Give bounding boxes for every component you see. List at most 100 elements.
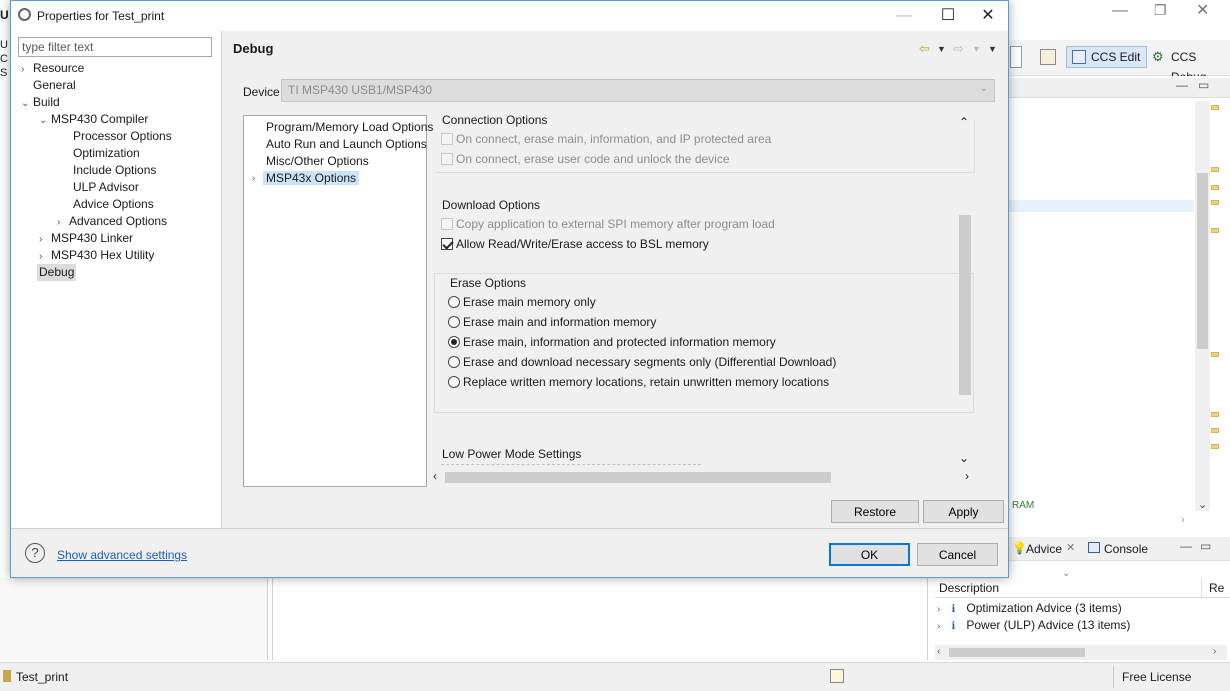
scrollbar-thumb[interactable] [445,472,831,483]
minimize-icon[interactable]: — [1176,78,1188,92]
perspective-ccs-debug-button[interactable]: ⚙ CCS Debug [1146,46,1230,85]
overview-marker[interactable] [1211,167,1219,172]
forward-dropdown-icon[interactable]: ▼ [972,44,981,54]
erase-on-connect-checkbox[interactable]: On connect, erase main, information, and… [441,130,771,148]
checkbox-box[interactable] [441,153,453,165]
task-icon[interactable] [830,669,844,683]
scroll-down-arrow-icon[interactable]: ⌄ [1198,498,1207,511]
advice-horizontal-scrollbar[interactable]: ‹ › [935,645,1227,660]
apply-button[interactable]: Apply [923,500,1004,523]
editor-scrollbar[interactable] [1195,101,1210,511]
overview-marker[interactable] [1211,444,1219,449]
scrollbar-thumb[interactable] [949,648,1085,657]
list-item[interactable]: Program/Memory Load Options [244,119,433,136]
options-horizontal-scrollbar[interactable]: ‹ › [433,469,973,485]
tree-item-include-options[interactable]: Include Options [73,162,156,179]
restore-defaults-button[interactable]: Restore Defaults [831,500,919,540]
ide-close-button[interactable]: ✕ [1196,0,1209,20]
checkbox-box[interactable] [441,238,453,250]
show-advanced-settings-link[interactable]: Show advanced settings [57,548,187,562]
scroll-down-arrow-icon[interactable]: ⌄ [959,451,969,465]
overview-marker[interactable] [1211,352,1219,357]
perspective-ccs-edit-button[interactable]: CCS Edit [1066,46,1148,68]
tree-item-ulp-advisor[interactable]: ULP Advisor [73,179,139,196]
tree-item-advice-options[interactable]: Advice Options [73,196,154,213]
cancel-button[interactable]: Cancel [917,543,998,566]
ide-restore-button[interactable]: ❐ [1154,2,1167,19]
tree-item-general[interactable]: General [21,77,76,94]
chevron-right-icon[interactable]: › [252,170,255,187]
column-divider[interactable] [1201,578,1202,598]
tree-item-optimization[interactable]: Optimization [73,145,140,162]
minimize-button[interactable]: — [882,1,926,31]
chevron-right-icon[interactable]: › [39,248,51,265]
scroll-right-arrow-icon[interactable]: › [1213,646,1216,657]
expand-arrow-icon[interactable]: › [937,604,940,615]
dialog-title: Properties for Test_print [37,9,165,23]
minimize-icon[interactable]: — [1180,539,1192,553]
open-perspective-icon[interactable] [1040,49,1056,65]
unlock-device-checkbox[interactable]: On connect, erase user code and unlock t… [441,150,730,168]
tree-item-build[interactable]: ⌄ Build [21,94,60,111]
checkbox-box[interactable] [441,218,453,230]
scrollbar-thumb[interactable] [959,215,971,395]
back-arrow-icon[interactable]: ⇦ [919,41,930,57]
options-vertical-scrollbar[interactable]: ⌃ ⌄ [957,115,973,467]
scroll-right-arrow-icon[interactable]: › [1181,514,1185,526]
tab-advice[interactable]: Advice [1026,542,1062,556]
close-button[interactable]: ✕ [966,1,1010,31]
tree-item-processor-options[interactable]: Processor Options [73,128,172,145]
tree-item-resource[interactable]: › Resource [21,60,84,77]
table-row[interactable]: › i Optimization Advice (3 items) [937,600,1122,617]
tree-item-advanced-options[interactable]: › Advanced Options [57,213,167,230]
scroll-right-arrow-icon[interactable]: › [965,469,969,483]
list-item[interactable]: Auto Run and Launch Options [244,136,427,153]
scrollbar-thumb[interactable] [1197,173,1208,349]
scroll-up-arrow-icon[interactable]: ⌃ [959,115,969,129]
list-item-selected[interactable]: › MSP43x Options [244,170,426,187]
maximize-icon[interactable]: ▭ [1200,539,1211,553]
tree-item-msp430-compiler[interactable]: ⌄ MSP430 Compiler [39,111,148,128]
help-icon[interactable]: ? [25,543,45,563]
erase-main-info-protected-radio[interactable]: Erase main, information and protected in… [448,333,776,351]
scroll-left-arrow-icon[interactable]: ‹ [937,646,940,657]
forward-arrow-icon[interactable]: ⇨ [953,41,964,57]
tree-item-msp430-linker[interactable]: › MSP430 Linker [39,230,133,247]
expand-arrow-icon[interactable]: › [937,621,940,632]
tab-console[interactable]: Console [1104,542,1148,556]
overview-marker[interactable] [1211,200,1219,205]
filter-input[interactable] [18,37,212,57]
chevron-right-icon[interactable]: › [57,214,69,231]
tree-item-msp430-hex-utility[interactable]: › MSP430 Hex Utility [39,247,154,264]
erase-main-info-radio[interactable]: Erase main and information memory [448,313,656,331]
chevron-right-icon[interactable]: › [39,231,51,248]
erase-differential-radio[interactable]: Erase and download necessary segments on… [448,353,836,371]
copy-spi-checkbox[interactable]: Copy application to external SPI memory … [441,215,775,233]
tree-item-debug[interactable]: Debug [37,264,77,281]
ide-minimize-button[interactable]: — [1112,2,1128,20]
overview-marker[interactable] [1211,412,1219,417]
close-tab-icon[interactable]: ✕ [1066,541,1075,554]
device-select[interactable]: TI MSP430 USB1/MSP430 ⌄ [281,79,995,102]
ok-button[interactable]: OK [829,543,910,566]
column-description[interactable]: Description [939,581,999,595]
overview-marker[interactable] [1211,228,1219,233]
table-row[interactable]: › i Power (ULP) Advice (13 items) [937,617,1130,634]
back-dropdown-icon[interactable]: ▼ [937,44,946,54]
overview-marker[interactable] [1211,428,1219,433]
maximize-icon[interactable]: ▭ [1198,78,1209,92]
view-menu-icon[interactable]: ▼ [988,44,997,54]
erase-main-only-radio[interactable]: Erase main memory only [448,293,596,311]
checkbox-box[interactable] [441,133,453,145]
maximize-button[interactable]: ☐ [926,1,970,31]
chevron-down-icon[interactable]: ⌄ [39,112,51,129]
overview-marker[interactable] [1211,185,1219,190]
scroll-left-arrow-icon[interactable]: ‹ [433,469,437,483]
replace-written-radio[interactable]: Replace written memory locations, retain… [448,373,829,391]
bsl-access-checkbox[interactable]: Allow Read/Write/Erase access to BSL mem… [441,235,709,253]
overview-marker[interactable] [1211,105,1219,110]
list-item[interactable]: Misc/Other Options [244,153,426,170]
chevron-right-icon[interactable]: › [21,61,33,78]
chevron-down-icon[interactable]: ⌄ [21,95,33,112]
column-resource[interactable]: Re [1209,581,1224,595]
